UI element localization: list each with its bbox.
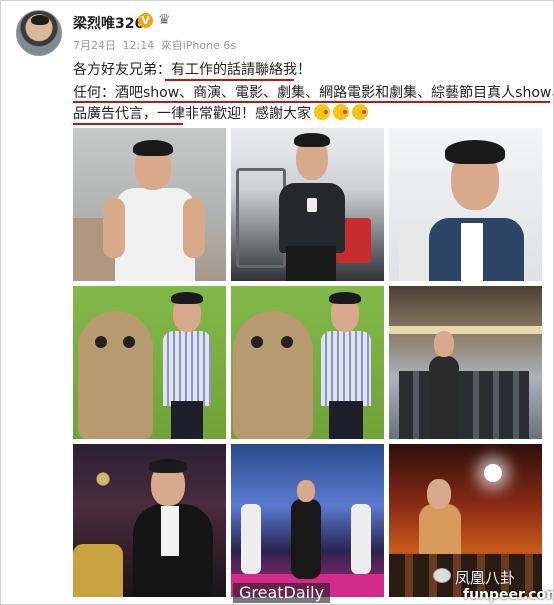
post-time[interactable]: 12:14	[123, 39, 155, 52]
photo-8[interactable]	[231, 444, 384, 597]
post-text-line-3: 品廣告代言，一律非常歡迎！感謝大家	[73, 104, 368, 124]
line2-underline	[73, 101, 550, 103]
greeting-text: 各方好友兄弟：	[73, 62, 171, 78]
line3-underline	[73, 123, 183, 125]
post-meta: 7月24日 12:14 來自iPhone 6s	[73, 37, 236, 53]
photo-5[interactable]	[231, 286, 384, 439]
post-source: 來自iPhone 6s	[160, 39, 237, 52]
post-text-line-1: 各方好友兄弟：有工作的話請聯絡我！	[73, 60, 311, 80]
kiss-emoji-icon	[352, 104, 368, 120]
crown-icon: ♛	[158, 12, 171, 28]
weibo-post-card: 梁烈唯326 V ♛ 7月24日 12:14 來自iPhone 6s 各方好友兄…	[0, 0, 554, 605]
post-text-line-2: 任何：酒吧show、商演、電影、劇集、網路電影和劇集、綜藝節目真人show、產	[73, 85, 554, 101]
phoenix-watermark: 凤凰八卦	[455, 569, 516, 587]
photo-7[interactable]	[73, 444, 226, 597]
post-text-line-3-text: 品廣告代言，一律非常歡迎！感謝大家	[73, 106, 311, 122]
photo-6[interactable]	[389, 286, 542, 439]
highlight-underline	[165, 79, 294, 81]
post-date: 7月24日	[73, 39, 116, 52]
photo-4[interactable]	[73, 286, 226, 439]
verified-badge-icon: V	[138, 13, 153, 28]
highlight-text: 有工作的話請聯絡我！	[171, 62, 311, 78]
wechat-icon	[433, 568, 451, 583]
kiss-emoji-icon	[333, 104, 349, 120]
photo-2[interactable]	[231, 128, 384, 281]
greatdaily-watermark: GreatDaily	[233, 583, 331, 603]
funpeer-watermark: funpeer.com	[463, 587, 554, 603]
username[interactable]: 梁烈唯326	[73, 13, 144, 33]
photo-1[interactable]	[73, 128, 226, 281]
avatar[interactable]	[16, 10, 62, 56]
kiss-emoji-icon	[314, 104, 330, 120]
photo-3[interactable]	[389, 128, 542, 281]
